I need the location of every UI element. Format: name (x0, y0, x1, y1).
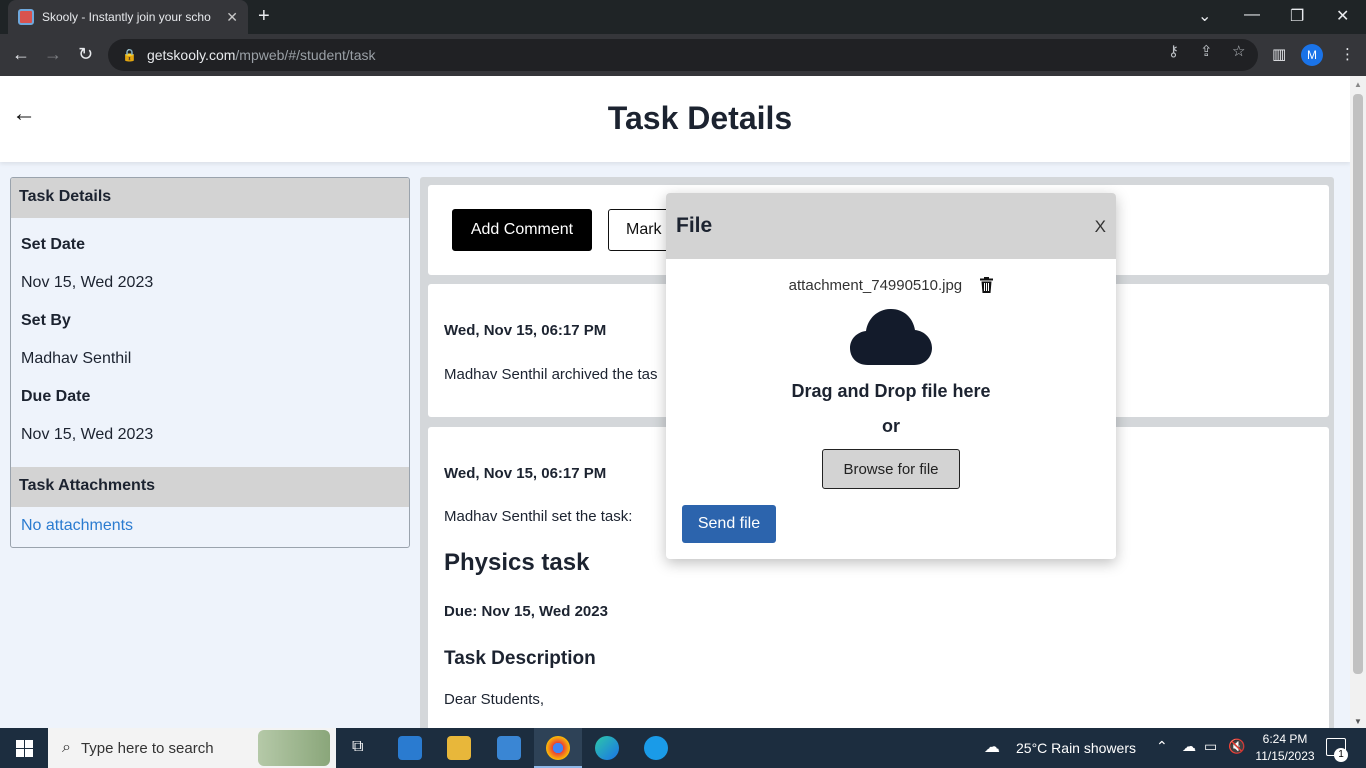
set-date-label: Set Date (21, 236, 86, 253)
attached-file: attachment_74990510.jpg (666, 277, 1116, 294)
weather-text[interactable]: 25°C Rain showers (1016, 740, 1136, 756)
onedrive-icon[interactable]: ☁ (1182, 738, 1196, 755)
forward-nav-icon[interactable]: → (44, 44, 62, 64)
task-due: Due: Nov 15, Wed 2023 (444, 603, 608, 620)
file-upload-modal: File X attachment_74990510.jpg Drag and … (666, 193, 1116, 559)
activity-text: Madhav Senthil archived the tas (444, 366, 658, 383)
share-icon[interactable]: ⇪ (1200, 42, 1213, 60)
reload-icon[interactable]: ↻ (78, 44, 93, 64)
page-scrollbar[interactable]: ▲ ▼ (1350, 76, 1366, 728)
scroll-up-icon[interactable]: ▲ (1354, 80, 1362, 89)
page-header: ← Task Details (0, 76, 1350, 162)
clock-time: 6:24 PM (1262, 732, 1308, 746)
url-path: /mpweb/#/student/task (235, 47, 376, 63)
task-description-heading: Task Description (444, 648, 596, 669)
bookmark-star-icon[interactable]: ☆ (1232, 42, 1245, 60)
page-title: Task Details (607, 100, 793, 136)
set-by-label: Set By (21, 312, 71, 329)
search-placeholder: Type here to search (80, 739, 214, 757)
scroll-thumb[interactable] (1353, 94, 1363, 674)
volume-muted-icon[interactable]: 🔇 (1228, 738, 1245, 755)
minimize-icon[interactable]: — (1244, 6, 1260, 24)
tab-title: Skooly - Instantly join your scho (42, 10, 211, 24)
add-comment-button[interactable]: Add Comment (452, 209, 592, 251)
scroll-down-icon[interactable]: ▼ (1354, 717, 1362, 726)
store-app-icon[interactable] (398, 736, 422, 760)
restore-icon[interactable]: ❐ (1290, 6, 1304, 26)
taskbar-search-input[interactable]: ⌕ Type here to search (48, 728, 336, 768)
clock-date: 11/15/2023 (1255, 749, 1315, 763)
trash-icon[interactable] (980, 277, 994, 293)
edge-icon[interactable] (595, 736, 619, 760)
task-details-panel: Task Details Set Date Nov 15, Wed 2023 S… (10, 177, 410, 548)
browser-menu-icon[interactable]: ⋮ (1340, 45, 1355, 63)
set-date-value: Nov 15, Wed 2023 (21, 274, 154, 291)
file-name: attachment_74990510.jpg (788, 277, 963, 294)
weather-icon: ☁ (984, 739, 1000, 756)
activity-timestamp: Wed, Nov 15, 06:17 PM (444, 465, 607, 482)
modal-close-button[interactable]: X (1095, 217, 1106, 237)
windows-start-icon[interactable] (16, 740, 33, 757)
lock-icon: 🔒 (122, 48, 137, 62)
url-host: getskooly.com (146, 47, 236, 63)
modal-title: File (676, 214, 713, 237)
due-date-label: Due Date (21, 388, 91, 405)
task-description-body: Dear Students, (444, 691, 545, 708)
task-view-icon[interactable]: ⧉ (352, 738, 363, 756)
task-details-header: Task Details (11, 178, 409, 218)
address-bar[interactable]: 🔒 getskooly.com/mpweb/#/student/task (108, 39, 1258, 71)
task-title: Physics task (444, 549, 590, 576)
mail-app-icon[interactable] (497, 736, 521, 760)
browser-tabbar: Skooly - Instantly join your scho ✕ + ⌄ … (0, 0, 1366, 34)
no-attachments-text: No attachments (21, 517, 134, 534)
new-tab-icon[interactable]: + (258, 6, 270, 26)
set-by-value: Madhav Senthil (21, 350, 132, 367)
browser-tab[interactable]: Skooly - Instantly join your scho ✕ (8, 0, 248, 34)
activity-text: Madhav Senthil set the task: (444, 508, 633, 525)
skype-icon[interactable] (644, 736, 668, 760)
side-panel-icon[interactable]: ▥ (1272, 45, 1286, 63)
search-icon: ⌕ (62, 739, 71, 756)
chrome-icon[interactable] (546, 736, 570, 760)
activity-timestamp: Wed, Nov 15, 06:17 PM (444, 322, 607, 339)
tray-chevron-icon[interactable]: ⌃ (1156, 738, 1168, 755)
tab-search-chevron-icon[interactable]: ⌄ (1198, 6, 1211, 26)
notification-count-badge: 1 (1334, 748, 1348, 762)
taskbar-clock[interactable]: 6:24 PM 11/15/2023 (1252, 731, 1318, 765)
back-nav-icon[interactable]: ← (12, 44, 30, 64)
task-attachments-header: Task Attachments (11, 467, 409, 507)
skooly-favicon-icon (18, 9, 34, 25)
browse-file-button[interactable]: Browse for file (822, 449, 960, 489)
drag-drop-text: Drag and Drop file here (791, 381, 991, 401)
windows-taskbar: ⌕ Type here to search ⧉ ☁ 25°C Rain show… (0, 728, 1366, 768)
file-explorer-icon[interactable] (447, 736, 471, 760)
password-key-icon[interactable]: ⚷ (1168, 42, 1179, 60)
profile-avatar[interactable]: M (1301, 44, 1323, 66)
search-highlight-image (258, 730, 330, 766)
or-text: or (882, 416, 900, 436)
modal-header: File X (666, 193, 1116, 259)
window-close-icon[interactable]: ✕ (1336, 6, 1349, 26)
due-date-value: Nov 15, Wed 2023 (21, 426, 154, 443)
tab-close-icon[interactable]: ✕ (226, 9, 238, 26)
cloud-upload-icon (850, 309, 932, 365)
browser-toolbar: ← → ↻ 🔒 getskooly.com/mpweb/#/student/ta… (0, 34, 1366, 76)
battery-icon[interactable]: ▭ (1204, 738, 1217, 755)
send-file-button[interactable]: Send file (682, 505, 776, 543)
